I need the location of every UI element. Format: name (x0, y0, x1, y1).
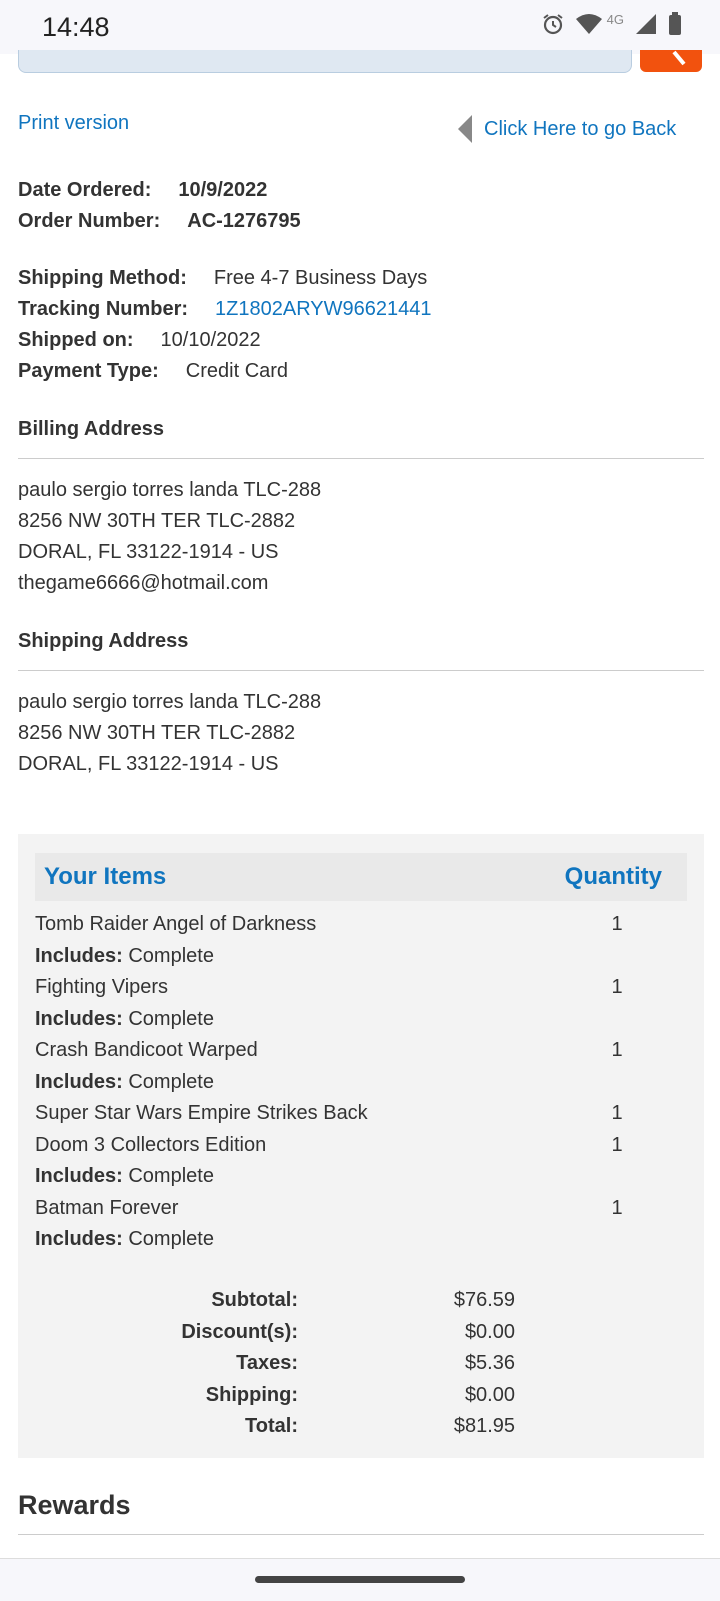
list-item: Fighting Vipers 1 Includes: Complete (35, 972, 687, 1035)
shipping-details: Shipping Method: Free 4-7 Business Days T… (18, 263, 432, 387)
item-qty: 1 (611, 913, 623, 935)
search-bar (0, 50, 720, 76)
shipping-address: paulo sergio torres landa TLC-288 8256 N… (18, 691, 322, 775)
item-qty: 1 (611, 976, 623, 998)
alarm-icon (543, 14, 563, 35)
total-row: Total: $81.95 (245, 1415, 515, 1437)
shipping-method-row: Shipping Method: Free 4-7 Business Days (18, 267, 428, 289)
wifi-icon (575, 14, 602, 34)
subtotal-row: Subtotal: $76.59 (211, 1289, 515, 1311)
taxes-row: Taxes: $5.36 (236, 1352, 515, 1374)
search-icon (672, 50, 686, 66)
list-item: Doom 3 Collectors Edition 1 Includes: Com… (35, 1130, 687, 1193)
item-name: Fighting Vipers (35, 976, 169, 998)
date-ordered-row: Date Ordered: 10/9/2022 (18, 179, 268, 201)
status-bar: 14:48 4G (0, 0, 720, 54)
search-button[interactable] (640, 50, 702, 72)
items-header: Your Items Quantity (35, 853, 687, 901)
item-name: Super Star Wars Empire Strikes Back (35, 1102, 368, 1124)
quantity-heading: Quantity (564, 863, 662, 890)
tracking-number-link[interactable]: 1Z1802ARYW96621441 (215, 298, 431, 320)
item-qty: 1 (611, 1196, 623, 1219)
your-items-heading: Your Items (44, 863, 167, 890)
rewards-heading: Rewards (18, 1490, 131, 1520)
payment-type-row: Payment Type: Credit Card (18, 360, 289, 382)
shipped-on-value: 10/10/2022 (160, 329, 261, 351)
items-panel: Your Items Quantity Tomb Raider Angel of… (18, 834, 704, 1458)
date-ordered-value: 10/9/2022 (178, 179, 268, 201)
order-totals: Subtotal: $76.59 Discount(s): $0.00 Taxes:… (35, 1285, 535, 1443)
search-input[interactable] (18, 50, 632, 73)
list-item: Super Star Wars Empire Strikes Back 1 (35, 1098, 687, 1130)
item-name: Doom 3 Collectors Edition (35, 1133, 267, 1156)
item-qty: 1 (611, 1039, 623, 1061)
item-name: Tomb Raider Angel of Darkness (35, 913, 317, 935)
divider (18, 670, 704, 671)
go-back-link[interactable]: Click Here to go Back (458, 115, 676, 143)
network-type: 4G (606, 11, 624, 27)
item-name: Crash Bandicoot Warped (35, 1039, 258, 1061)
payment-type-value: Credit Card (185, 360, 289, 382)
status-time: 14:48 (42, 12, 110, 42)
item-qty: 1 (611, 1102, 623, 1124)
order-number-value: AC-1276795 (187, 210, 301, 232)
signal-icon (636, 14, 656, 34)
divider (18, 458, 704, 459)
order-summary: Date Ordered: 10/9/2022 Order Number: AC-1… (18, 175, 301, 237)
item-name: Batman Forever (35, 1196, 179, 1219)
items-list: Tomb Raider Angel of Darkness 1 Includes:… (35, 909, 687, 1256)
battery-icon (669, 12, 681, 35)
list-item: Crash Bandicoot Warped 1 Includes: Comple… (35, 1035, 687, 1098)
back-arrow-icon (458, 115, 472, 143)
billing-address: paulo sergio torres landa TLC-288 8256 N… (18, 479, 322, 594)
divider (18, 1534, 704, 1535)
print-version-link[interactable]: Print version (18, 112, 129, 135)
billing-address-title: Billing Address (18, 418, 164, 440)
tracking-number-row: Tracking Number: 1Z1802ARYW96621441 (18, 298, 432, 320)
system-navigation-bar (0, 1558, 720, 1601)
shipping-address-title: Shipping Address (18, 630, 189, 652)
shipping-cost-row: Shipping: $0.00 (205, 1383, 515, 1406)
order-number-row: Order Number: AC-1276795 (18, 210, 301, 232)
list-item: Batman Forever 1 Includes: Complete (35, 1193, 687, 1256)
status-icons: 4G (541, 12, 682, 36)
go-back-label[interactable]: Click Here to go Back (484, 118, 676, 141)
shipping-method-value: Free 4-7 Business Days (213, 267, 428, 289)
list-item: Tomb Raider Angel of Darkness 1 Includes:… (35, 909, 687, 972)
item-qty: 1 (611, 1133, 623, 1156)
home-gesture-handle[interactable] (255, 1576, 465, 1583)
shipped-on-row: Shipped on: 10/10/2022 (18, 329, 261, 351)
discount-row: Discount(s): $0.00 (181, 1320, 515, 1343)
